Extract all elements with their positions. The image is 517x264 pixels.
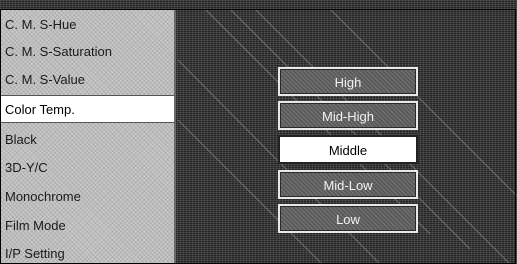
menu-item-cms-hue[interactable]: C. M. S-Hue [0, 11, 174, 39]
settings-menu: C. M. S-Hue C. M. S-Saturation C. M. S-V… [0, 9, 176, 264]
menu-item-3d-yc[interactable]: 3D-Y/C [0, 154, 174, 182]
option-mid-high[interactable]: Mid-High [278, 101, 418, 130]
option-high[interactable]: High [278, 67, 418, 96]
menu-item-cms-value[interactable]: C. M. S-Value [0, 66, 174, 94]
menu-item-film-mode[interactable]: Film Mode [0, 212, 174, 240]
menu-item-ip-setting[interactable]: I/P Setting [0, 240, 174, 264]
menu-item-color-temp[interactable]: Color Temp. [0, 95, 174, 123]
menu-item-black[interactable]: Black [0, 126, 174, 154]
option-mid-low[interactable]: Mid-Low [278, 170, 418, 199]
menu-item-cms-saturation[interactable]: C. M. S-Saturation [0, 38, 174, 66]
osd-screen: C. M. S-Hue C. M. S-Saturation C. M. S-V… [0, 0, 517, 264]
option-low[interactable]: Low [278, 204, 418, 233]
option-middle[interactable]: Middle [278, 135, 418, 164]
menu-item-monochrome[interactable]: Monochrome [0, 183, 174, 211]
